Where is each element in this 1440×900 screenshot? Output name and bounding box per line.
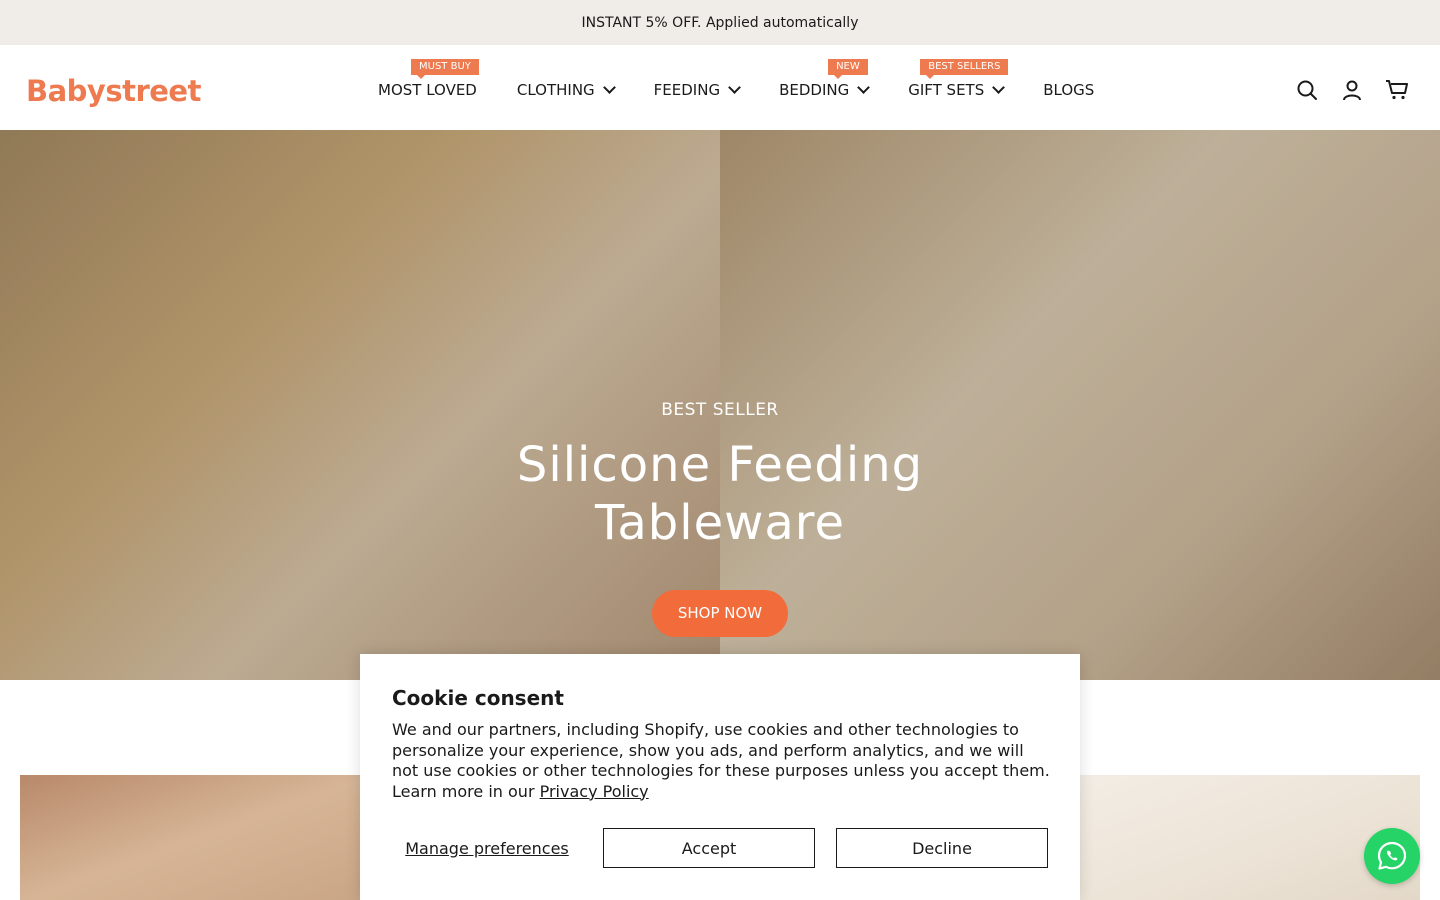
hero-banner: BEST SELLER Silicone Feeding Tableware S… xyxy=(0,130,1440,680)
logo[interactable]: Babystreet xyxy=(26,71,201,111)
chevron-down-icon xyxy=(728,80,741,94)
whatsapp-icon[interactable] xyxy=(1364,828,1420,884)
cart-icon[interactable] xyxy=(1384,77,1410,103)
collection-image-left[interactable] xyxy=(20,775,380,900)
nav-gift-sets[interactable]: BEST SELLERS GIFT SETS xyxy=(908,45,1009,130)
nav-label: MOST LOVED xyxy=(378,80,477,99)
cookie-actions: Manage preferences Accept Decline xyxy=(392,828,1048,868)
nav-most-loved[interactable]: MUST BUY MOST LOVED xyxy=(378,45,479,130)
nav-label: BLOGS xyxy=(1043,80,1095,99)
hero-content: BEST SELLER Silicone Feeding Tableware S… xyxy=(0,400,1440,637)
cookie-body: We and our partners, including Shopify, … xyxy=(392,720,1052,802)
nav-badge-must-buy: MUST BUY xyxy=(411,59,479,79)
chevron-down-icon xyxy=(857,80,871,94)
hero-title: Silicone Feeding Tableware xyxy=(0,436,1440,552)
nav-badge-new: NEW xyxy=(828,59,868,79)
manage-preferences-link[interactable]: Manage preferences xyxy=(392,839,582,858)
main-nav: MUST BUY MOST LOVED CLOTHING FEEDING NEW… xyxy=(378,45,1094,130)
nav-label: CLOTHING xyxy=(516,80,595,99)
site-header: Babystreet MUST BUY MOST LOVED CLOTHING … xyxy=(0,45,1440,130)
nav-feeding[interactable]: FEEDING xyxy=(653,45,741,130)
hero-title-line: Tableware xyxy=(594,495,845,551)
nav-label: BEDDING xyxy=(779,80,850,99)
nav-blogs[interactable]: BLOGS xyxy=(1043,45,1094,130)
collection-image-right[interactable] xyxy=(1070,775,1420,900)
cookie-title: Cookie consent xyxy=(392,686,564,710)
nav-label: FEEDING xyxy=(653,80,721,99)
announcement-text: INSTANT 5% OFF. Applied automatically xyxy=(581,14,859,31)
chevron-down-icon xyxy=(992,80,1006,94)
hero-subtitle: BEST SELLER xyxy=(661,400,779,420)
header-icons xyxy=(1275,77,1410,103)
hero-title-line: Silicone Feeding xyxy=(516,437,924,493)
search-icon[interactable] xyxy=(1294,77,1320,103)
nav-clothing[interactable]: CLOTHING xyxy=(516,45,616,130)
chevron-down-icon xyxy=(602,80,616,94)
decline-button[interactable]: Decline xyxy=(836,828,1048,868)
privacy-policy-link[interactable]: Privacy Policy xyxy=(540,782,649,801)
announcement-bar: INSTANT 5% OFF. Applied automatically xyxy=(0,0,1440,45)
nav-bedding[interactable]: NEW BEDDING xyxy=(779,45,871,130)
nav-label: GIFT SETS xyxy=(908,80,985,99)
nav-badge-best-sellers: BEST SELLERS xyxy=(920,59,1009,79)
cookie-body-text: We and our partners, including Shopify, … xyxy=(392,720,1050,801)
account-icon[interactable] xyxy=(1339,77,1365,103)
logo-text: Babystreet xyxy=(26,74,201,108)
shop-now-button[interactable]: SHOP NOW xyxy=(651,590,789,637)
accept-button[interactable]: Accept xyxy=(603,828,815,868)
cookie-consent-dialog: Cookie consent We and our partners, incl… xyxy=(360,654,1080,900)
